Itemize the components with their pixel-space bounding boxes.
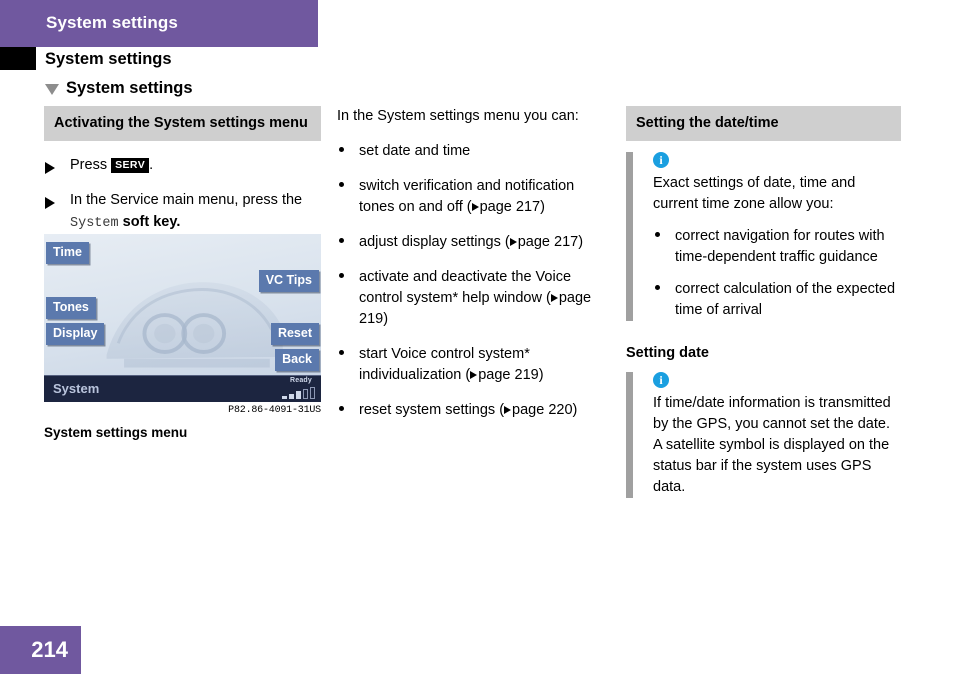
bullet-dot-icon [337, 400, 359, 421]
step-arrow-icon [44, 154, 70, 176]
list-item-text: reset system settings ( page 220) [359, 400, 607, 421]
list-item-close: ) [540, 199, 545, 215]
bullet-dot-icon [653, 279, 675, 321]
step-text-post: . [149, 157, 154, 173]
left-column-heading: Activating the System settings menu [44, 106, 321, 141]
chapter-title: System settings [45, 50, 172, 68]
chapter-thumb-tab [0, 47, 36, 70]
screen-button-time[interactable]: Time [46, 242, 89, 264]
right-column: Setting the date/time i Exact settings o… [626, 106, 901, 498]
list-item: activate and deactivate the Voice contro… [337, 267, 607, 330]
list-item: start Voice control system* individualiz… [337, 344, 607, 386]
screen-button-tones[interactable]: Tones [46, 297, 96, 319]
serv-key-badge: SERV [111, 158, 150, 173]
info-note-date-time: i Exact settings of date, time and curre… [626, 152, 901, 321]
info-note-bullet-list: correct navigation for routes with time-… [653, 226, 901, 321]
list-item: correct calculation of the expected time… [653, 279, 901, 321]
screen-ready-label: Ready [289, 377, 312, 384]
section-title-label: System settings [66, 79, 193, 97]
screen-status-bar: System Ready [44, 375, 321, 402]
figure-caption: System settings menu [44, 425, 188, 440]
list-item-label: correct navigation for routes with time-… [675, 228, 885, 265]
step-text: In the Service main menu, press the Syst… [70, 189, 321, 235]
activation-step-list: Press SERV. In the Service main menu, pr… [44, 154, 321, 235]
head-unit-screen: Time Tones Display VC Tips Reset Back Sy… [44, 234, 321, 402]
left-column: Activating the System settings menu Pres… [44, 106, 321, 235]
middle-lead-text: In the System settings menu you can: [337, 108, 579, 124]
bullet-dot-icon [337, 141, 359, 162]
list-item-close: ) [578, 234, 584, 250]
list-item: set date and time [337, 141, 607, 162]
right-heading-setting-date-time: Setting the date/time [626, 106, 901, 141]
list-item: switch verification and notification ton… [337, 176, 607, 218]
list-item-label: activate and deactivate the Voice contro… [359, 269, 572, 306]
step-item: In the Service main menu, press the Syst… [44, 189, 321, 235]
list-item: correct navigation for routes with time-… [653, 226, 901, 268]
triangle-down-icon [45, 84, 59, 95]
screen-button-back[interactable]: Back [275, 349, 319, 371]
page-reference[interactable]: page 219 [478, 367, 538, 383]
running-header-title: System settings [46, 13, 178, 32]
step-item: Press SERV. [44, 154, 321, 176]
list-item-text: set date and time [359, 141, 607, 162]
step-text-pre: Press [70, 157, 112, 173]
list-item-label: adjust display settings ( [359, 234, 510, 250]
middle-column: In the System settings menu you can: set… [337, 106, 607, 421]
list-item-text: start Voice control system* individualiz… [359, 344, 607, 386]
page-folio-box: 214 [0, 626, 81, 674]
step-text: Press SERV. [70, 154, 321, 176]
screen-button-reset[interactable]: Reset [270, 323, 319, 345]
running-header-bar: System settings [0, 0, 318, 47]
info-icon: i [653, 372, 669, 388]
step-text-post: soft key. [118, 214, 181, 230]
signal-strength-icon [282, 387, 315, 399]
info-note-text: If time/date information is transmitted … [653, 395, 891, 495]
step-text-pre: In the Service main menu, press the [70, 192, 303, 208]
list-item-close: ) [572, 402, 578, 418]
bullet-dot-icon [653, 226, 675, 268]
page-number: 214 [31, 637, 68, 662]
list-item-text: activate and deactivate the Voice contro… [359, 267, 607, 330]
cross-reference-arrow-icon [550, 294, 558, 302]
screen-button-display[interactable]: Display [46, 323, 105, 345]
list-item-label: correct calculation of the expected time… [675, 281, 896, 318]
step-arrow-icon [44, 189, 70, 235]
list-item-close: ) [383, 311, 389, 327]
screen-status-label: System [53, 381, 100, 396]
list-item: reset system settings ( page 220) [337, 400, 607, 421]
page-reference[interactable]: page 217 [518, 234, 578, 250]
cross-reference-arrow-icon [509, 238, 517, 246]
cross-reference-arrow-icon [470, 371, 478, 379]
bullet-dot-icon [337, 176, 359, 218]
list-item: adjust display settings ( page 217) [337, 232, 607, 253]
list-item-label: reset system settings ( [359, 402, 505, 418]
list-item-text: switch verification and notification ton… [359, 176, 607, 218]
bullet-dot-icon [337, 232, 359, 253]
bullet-dot-icon [337, 344, 359, 386]
system-settings-figure: Time Tones Display VC Tips Reset Back Sy… [44, 234, 321, 440]
list-item-label: set date and time [359, 143, 471, 159]
info-icon: i [653, 152, 669, 168]
right-heading-setting-date: Setting date [626, 345, 709, 361]
cross-reference-arrow-icon [471, 203, 479, 211]
page-reference[interactable]: page 220 [512, 402, 572, 418]
list-item-close: ) [538, 367, 544, 383]
cross-reference-arrow-icon [504, 406, 512, 414]
list-item-text: adjust display settings ( page 217) [359, 232, 607, 253]
screen-button-vc-tips[interactable]: VC Tips [258, 270, 319, 292]
info-note-gps: i If time/date information is transmitte… [626, 372, 901, 498]
system-settings-capability-list: set date and time switch verification an… [337, 141, 607, 421]
info-note-text: Exact settings of date, time and current… [653, 175, 856, 212]
bullet-dot-icon [337, 267, 359, 330]
page-reference[interactable]: page 217 [480, 199, 540, 215]
system-softkey-name: System [70, 216, 119, 231]
figure-reference-code: P82.86-4091-31US [228, 405, 321, 416]
section-title: System settings [45, 79, 193, 98]
